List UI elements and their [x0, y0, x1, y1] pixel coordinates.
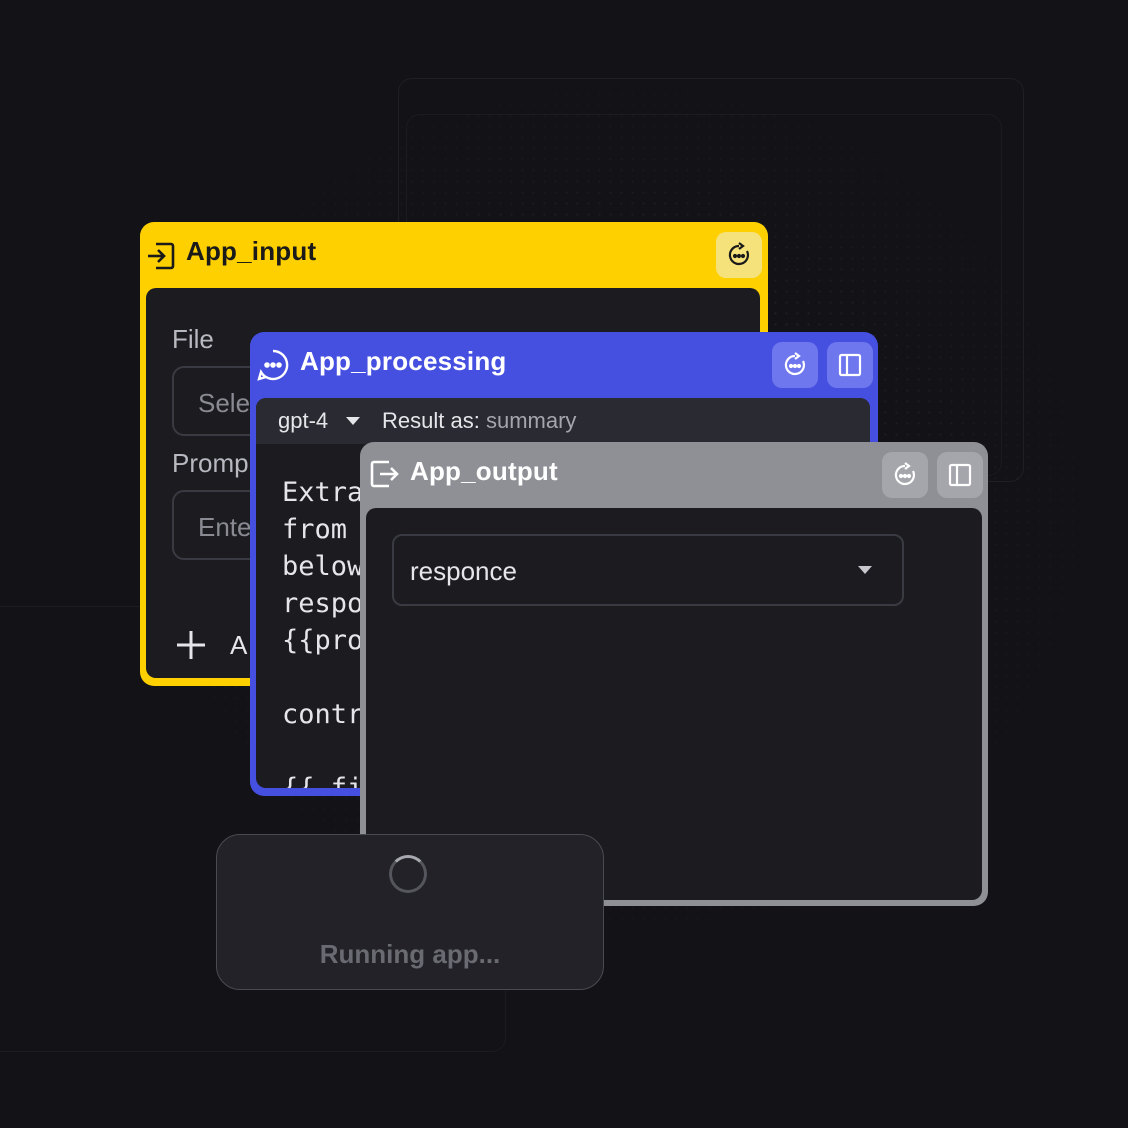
- output-icon: [368, 458, 400, 495]
- panel-toggle-button[interactable]: [937, 452, 983, 498]
- loading-spinner-icon: [389, 855, 427, 893]
- prompt-label: Promp: [172, 448, 249, 478]
- app-processing-title: App_processing: [300, 346, 507, 376]
- caret-down-icon: [346, 417, 360, 425]
- code-line: {{pro: [282, 625, 364, 656]
- code-line: respo: [282, 588, 364, 619]
- run-button[interactable]: [882, 452, 928, 498]
- caret-down-icon: [858, 566, 872, 574]
- add-field-label: A: [230, 630, 248, 660]
- code-line: below: [282, 551, 364, 582]
- refresh-icon: [894, 462, 916, 486]
- running-status-text: Running app...: [319, 939, 501, 969]
- sidebar-panel-icon: [838, 353, 862, 377]
- output-select-value: responce: [410, 556, 517, 586]
- result-label: Result as:: [382, 408, 480, 433]
- chat-icon: [256, 348, 290, 387]
- panel-toggle-button[interactable]: [827, 342, 873, 388]
- processing-toolbar: gpt-4 Result as: summary: [256, 398, 870, 444]
- model-select[interactable]: gpt-4: [278, 408, 368, 436]
- prompt-code[interactable]: Extra from below respo {{pro contr {{ fi: [282, 474, 363, 788]
- result-format-select[interactable]: Result as: summary: [382, 408, 576, 434]
- app-output-header: App_output: [360, 442, 988, 506]
- running-status-toast: Running app...: [216, 834, 604, 990]
- input-icon: [145, 240, 177, 277]
- code-line: {{ fi: [282, 770, 363, 788]
- refresh-icon: [784, 352, 806, 376]
- plus-icon: [177, 631, 205, 659]
- app-output-title: App_output: [410, 456, 558, 486]
- code-line: Extra: [282, 477, 364, 508]
- model-value: gpt-4: [278, 408, 329, 433]
- app-input-header: App_input: [140, 222, 768, 286]
- run-button[interactable]: [716, 232, 762, 278]
- output-select[interactable]: responce: [392, 534, 904, 606]
- app-processing-header: App_processing: [250, 332, 878, 396]
- run-button[interactable]: [772, 342, 818, 388]
- code-line: contr: [282, 699, 364, 730]
- refresh-icon: [728, 242, 750, 266]
- sidebar-panel-icon: [948, 463, 972, 487]
- result-value: summary: [485, 408, 577, 433]
- app-input-title: App_input: [186, 236, 317, 266]
- code-line: from: [282, 514, 348, 545]
- file-label: File: [172, 324, 214, 354]
